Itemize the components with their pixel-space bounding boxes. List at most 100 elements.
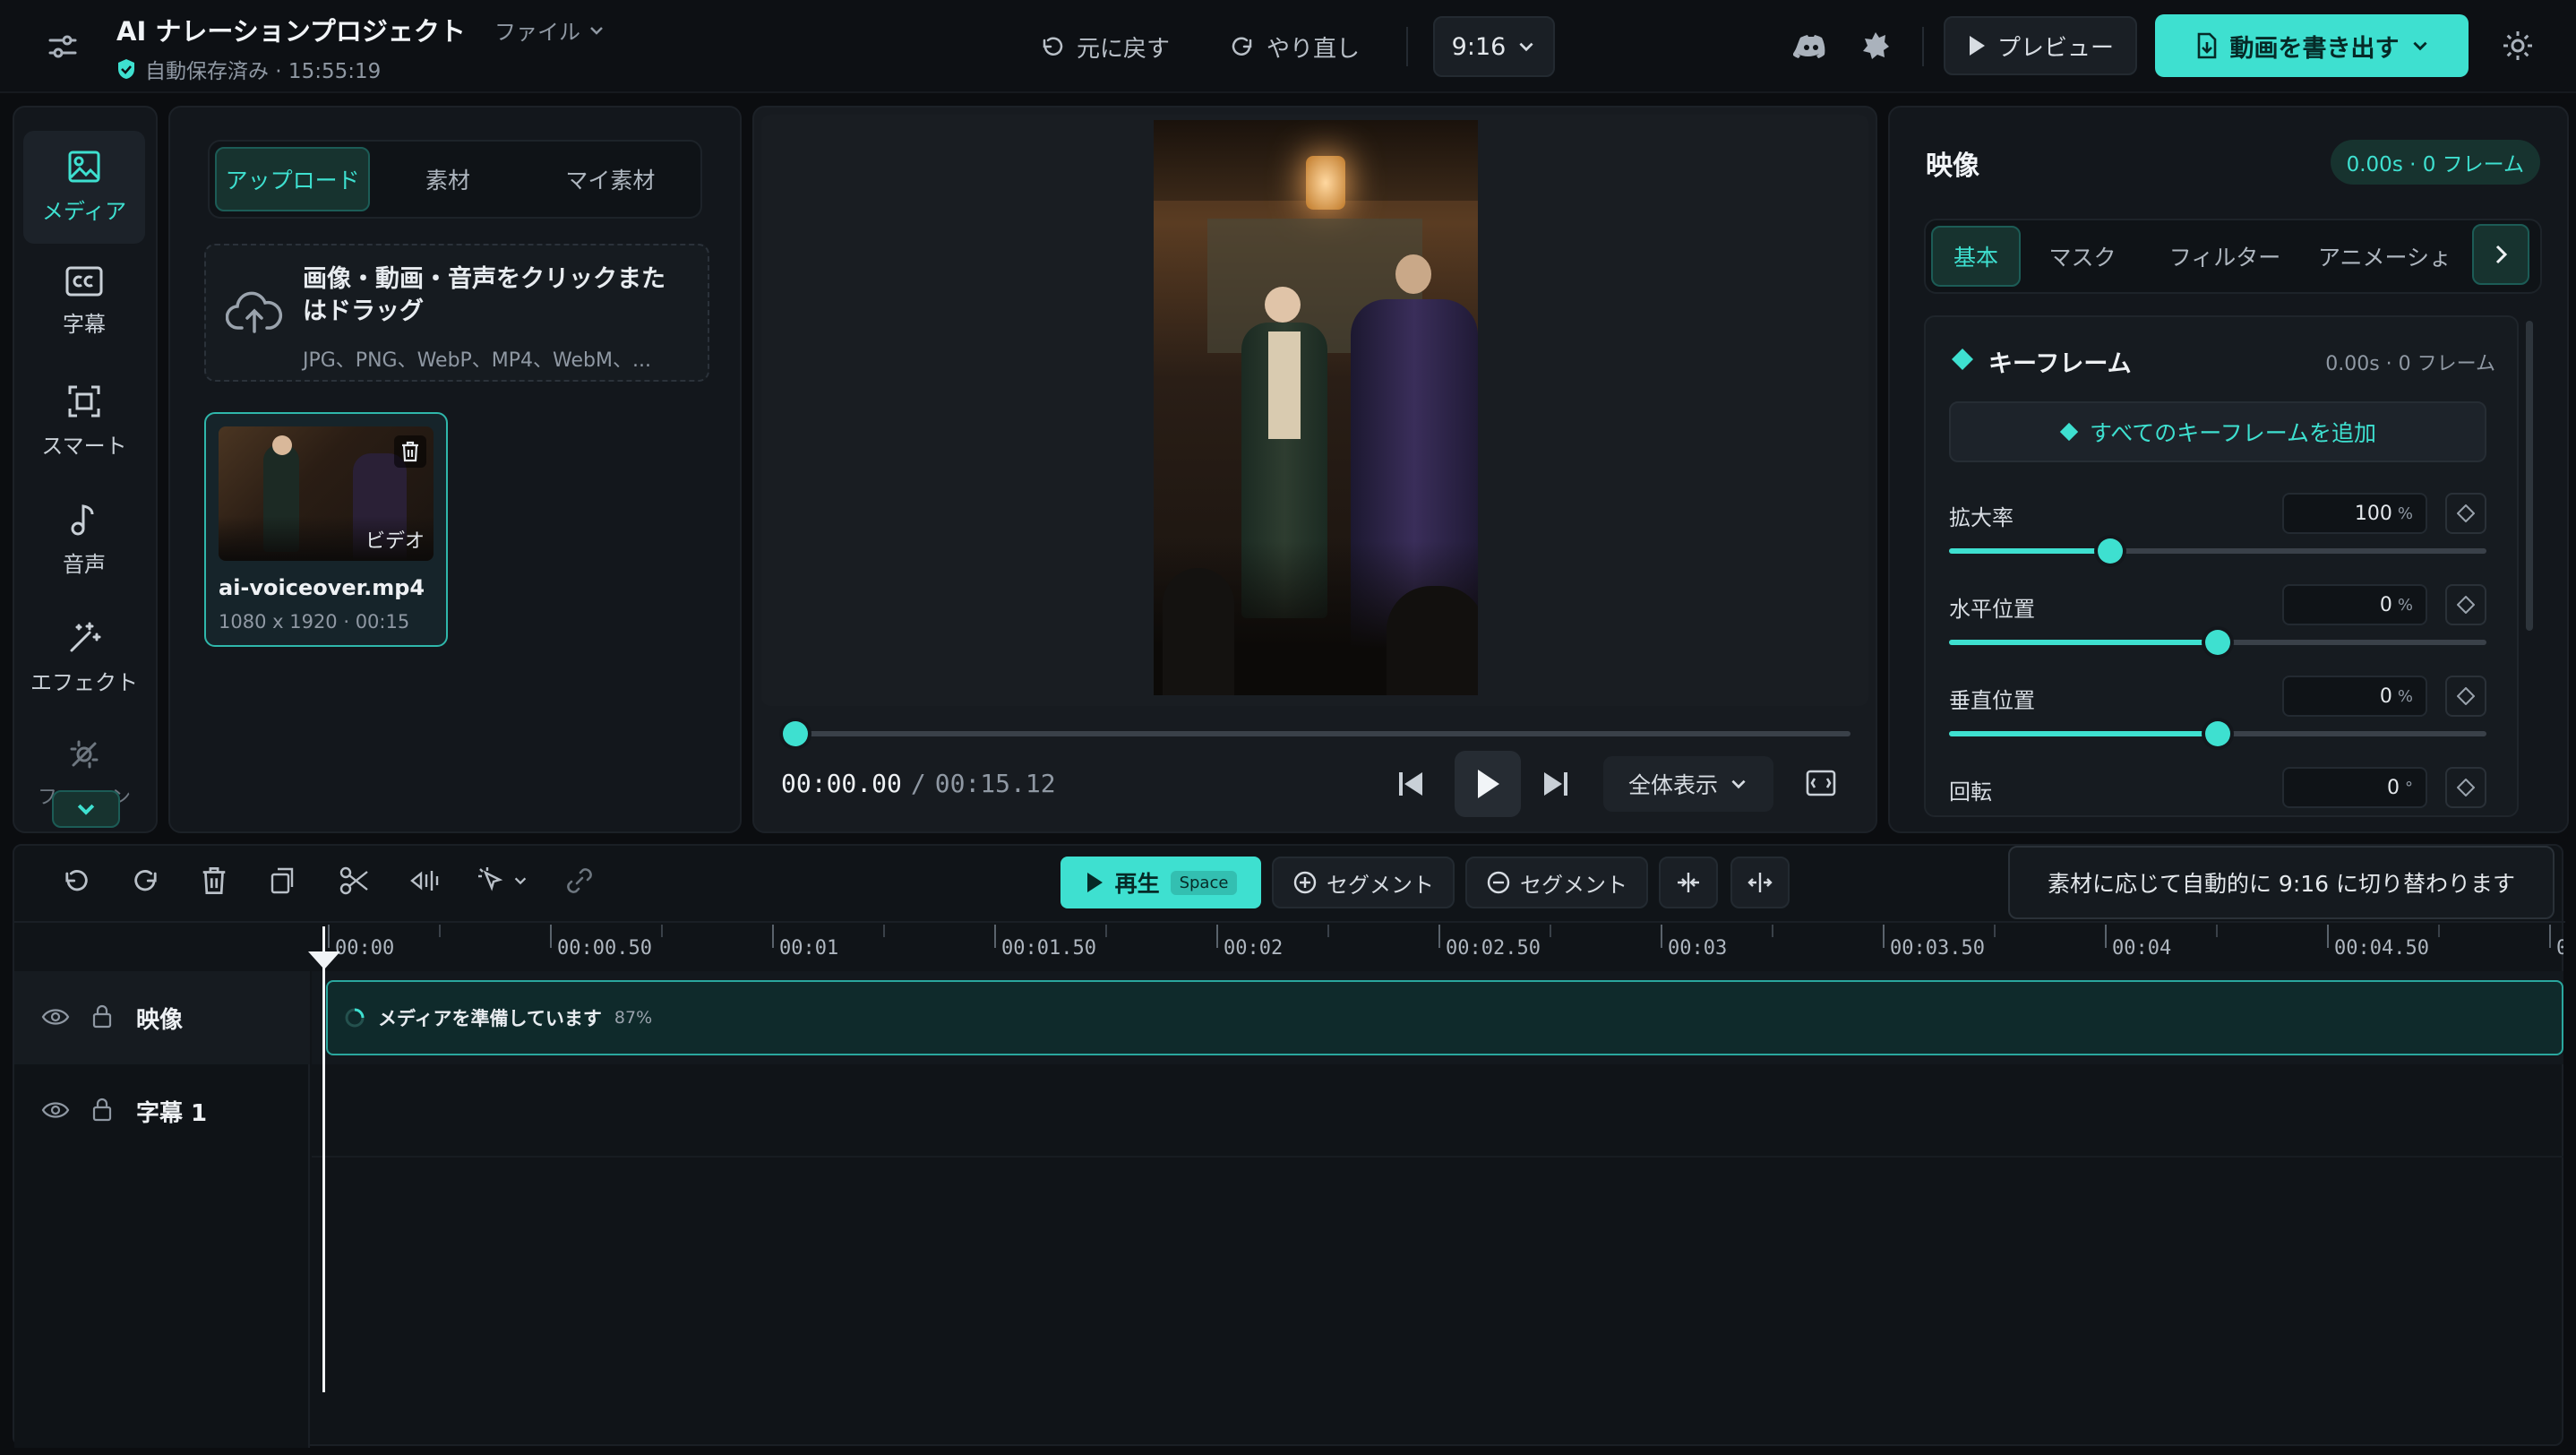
trash-icon[interactable] — [201, 865, 228, 896]
export-button[interactable]: 動画を書き出す — [2155, 14, 2469, 77]
track-name: 映像 — [136, 1007, 184, 1034]
github-icon[interactable] — [1858, 29, 1893, 65]
sidebar-expand-button[interactable] — [52, 790, 120, 828]
ruler-minor-tick — [439, 925, 441, 937]
current-time: 00:00.00 — [781, 769, 902, 798]
duplicate-icon[interactable] — [269, 865, 297, 896]
lock-icon[interactable] — [91, 1003, 113, 1029]
sidebar-item-audio[interactable]: 音声 — [23, 502, 145, 600]
playback-progress[interactable] — [795, 731, 1850, 736]
keyframe-toggle-button[interactable] — [2445, 767, 2486, 808]
tab-materials[interactable]: 素材 — [370, 147, 525, 211]
scale-slider-handle[interactable] — [2098, 538, 2123, 564]
zoom-out-button[interactable] — [1730, 857, 1790, 908]
time-ruler[interactable]: 00:00 00:00.50 00:01 00:01.50 00:02 00:02.50 0… — [328, 925, 2563, 971]
tab-animation[interactable]: アニメーシょ — [2306, 226, 2485, 287]
redo-button[interactable]: やり直し — [1229, 25, 1360, 68]
keyframe-toggle-button[interactable] — [2445, 584, 2486, 625]
video-clip[interactable]: メディアを準備しています 87% — [326, 980, 2563, 1055]
playhead[interactable] — [322, 926, 325, 1392]
sidebar-item-smart[interactable]: スマート — [23, 383, 145, 482]
remove-segment-button[interactable]: セグメント — [1465, 857, 1648, 908]
tab-my-materials[interactable]: マイ素材 — [526, 147, 695, 211]
undo-button[interactable]: 元に戻す — [1039, 25, 1170, 68]
playhead-handle[interactable] — [308, 951, 340, 969]
play-button[interactable] — [1455, 751, 1521, 817]
undo-icon[interactable] — [61, 865, 91, 896]
playback-scrubber[interactable] — [783, 721, 808, 746]
y-position-slider-handle[interactable] — [2205, 721, 2230, 746]
file-menu[interactable]: ファイル — [494, 14, 605, 46]
split-audio-icon[interactable] — [408, 865, 439, 896]
inspector-panel: 映像 0.00s · 0 フレーム 基本 マスク フィルター アニメーシょ キー… — [1888, 106, 2569, 833]
ruler-major-tick — [328, 925, 330, 948]
diamond-outline-icon — [2457, 687, 2475, 705]
shortcut-badge: Space — [1170, 870, 1238, 895]
project-title[interactable]: AI ナレーションプロジェクト — [116, 11, 466, 48]
chevron-down-icon — [1729, 774, 1748, 794]
redo-icon — [1229, 33, 1256, 60]
discord-icon[interactable] — [1793, 29, 1829, 65]
select-tool-dropdown[interactable] — [477, 865, 528, 896]
rotation-input[interactable]: 0 ° — [2282, 767, 2427, 808]
tab-basic[interactable]: 基本 — [1931, 226, 2021, 287]
ruler-major-tick — [1661, 925, 1662, 948]
autosave-status: 自動保存済み · 15:55:19 — [116, 54, 381, 84]
zoom-fit-select[interactable]: 全体表示 — [1603, 756, 1773, 812]
y-position-input[interactable]: 0 % — [2282, 676, 2427, 717]
track-name: 字幕 1 — [136, 1100, 208, 1127]
magic-wand-icon — [66, 620, 102, 656]
eye-icon[interactable] — [41, 1007, 70, 1027]
upload-dropzone[interactable]: 画像・動画・音声をクリックまた はドラッグ JPG、PNG、WebP、MP4、W… — [204, 244, 709, 382]
scissors-icon[interactable] — [339, 865, 369, 896]
aspect-ratio-select[interactable]: 9:16 — [1433, 16, 1555, 77]
fullscreen-icon[interactable] — [1806, 769, 1836, 797]
gear-icon[interactable] — [2501, 29, 2535, 63]
asset-card[interactable]: ビデオ ai-voiceover.mp4 1080 x 1920 · 00:15 — [204, 412, 448, 647]
tabs-scroll-right-button[interactable] — [2472, 224, 2529, 285]
prop-value: 0 — [2379, 593, 2392, 616]
sidebar-item-effects[interactable]: エフェクト — [23, 620, 145, 719]
keyframe-toggle-button[interactable] — [2445, 676, 2486, 717]
cc-icon — [64, 265, 104, 297]
file-menu-label: ファイル — [494, 20, 580, 45]
sidebar-item-media[interactable]: メディア — [23, 131, 145, 244]
shield-check-icon — [116, 58, 136, 80]
x-position-slider-handle[interactable] — [2205, 630, 2230, 655]
scale-slider[interactable] — [1949, 548, 2486, 554]
divider — [1406, 27, 1408, 66]
ruler-label: 00:01 — [779, 937, 839, 960]
sidebar-item-subtitles[interactable]: 字幕 — [23, 265, 145, 364]
divider — [1922, 27, 1924, 66]
tab-upload[interactable]: アップロード — [215, 147, 371, 211]
tab-filter[interactable]: フィルター — [2144, 226, 2306, 287]
chevron-down-icon — [512, 873, 528, 889]
ruler-minor-tick — [883, 925, 885, 937]
sidebar-item-label: スマート — [41, 434, 127, 459]
lock-icon[interactable] — [91, 1097, 113, 1122]
tab-mask[interactable]: マスク — [2021, 226, 2144, 287]
scale-input[interactable]: 100 % — [2282, 493, 2427, 534]
timeline-play-button[interactable]: 再生 Space — [1060, 857, 1261, 908]
x-position-input[interactable]: 0 % — [2282, 584, 2427, 625]
skip-back-icon[interactable] — [1397, 769, 1424, 799]
aspect-tooltip: 素材に応じて自動的に 9:16 に切り替わります — [2008, 846, 2555, 919]
trash-icon[interactable] — [394, 435, 426, 468]
inspector-scrollbar[interactable] — [2526, 321, 2533, 631]
ruler-major-tick — [2327, 925, 2329, 948]
add-all-keyframes-button[interactable]: すべてのキーフレームを追加 — [1949, 401, 2486, 462]
chevron-down-icon — [1516, 37, 1536, 56]
keyframe-toggle-button[interactable] — [2445, 493, 2486, 534]
add-segment-button[interactable]: セグメント — [1272, 857, 1455, 908]
skip-forward-icon[interactable] — [1542, 769, 1569, 799]
redo-icon[interactable] — [131, 865, 161, 896]
track-headers: 映像 字幕 1 — [14, 971, 310, 1448]
link-icon[interactable] — [564, 865, 595, 896]
settings-sliders-icon[interactable] — [47, 30, 79, 63]
prop-label: 垂直位置 — [1949, 688, 2035, 713]
prop-value: 0 — [2379, 684, 2392, 708]
preview-button[interactable]: プレビュー — [1944, 16, 2137, 75]
compress-icon — [1675, 871, 1702, 894]
eye-icon[interactable] — [41, 1100, 70, 1120]
zoom-in-button[interactable] — [1659, 857, 1718, 908]
